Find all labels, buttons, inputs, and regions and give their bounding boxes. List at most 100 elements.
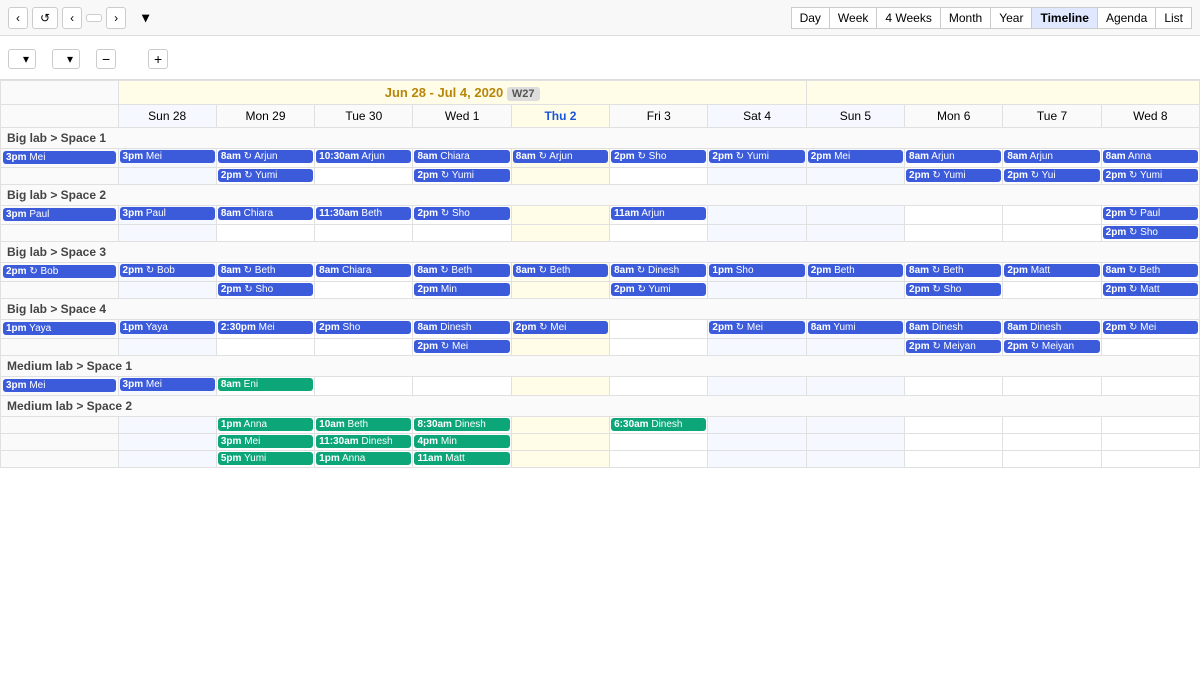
calendar-event[interactable]: 10:30am Arjun — [316, 150, 411, 163]
calendar-cell: 8am Eni — [216, 377, 314, 396]
calendar-event[interactable]: 8am ↻ Beth — [513, 264, 608, 277]
prev-button[interactable]: ‹ — [62, 7, 82, 29]
calendar-event[interactable]: 8am ↻ Beth — [414, 264, 509, 277]
calendar-event[interactable]: 2pm ↻ Bob — [120, 264, 215, 277]
calendar-cell: 8am Chiara — [216, 206, 314, 225]
view-agenda-button[interactable]: Agenda — [1097, 7, 1155, 29]
calendar-event[interactable]: 2pm ↻ Sho — [1103, 226, 1198, 239]
calendar-event[interactable]: 8am ↻ Beth — [906, 264, 1001, 277]
calendar-event[interactable]: 2pm ↻ Meiyan — [906, 340, 1001, 353]
view-day-button[interactable]: Day — [791, 7, 829, 29]
view-week-button[interactable]: Week — [829, 7, 876, 29]
calendar-event[interactable]: 8am Dinesh — [1004, 321, 1099, 334]
calendar-event[interactable]: 11am Matt — [414, 452, 509, 465]
calendar-event[interactable]: 8am ↻ Arjun — [513, 150, 608, 163]
calendar-event[interactable]: 2pm ↻ Bob — [3, 265, 116, 278]
calendar-event[interactable]: 3pm Paul — [120, 207, 215, 220]
calendar-event[interactable]: 2pm ↻ Yumi — [1103, 169, 1198, 182]
calendar-event[interactable]: 3pm Mei — [3, 379, 116, 392]
calendar-event[interactable]: 2pm ↻ Yumi — [906, 169, 1001, 182]
zoom-out-button[interactable]: − — [96, 49, 116, 69]
calendar-event[interactable]: 8am Yumi — [808, 321, 903, 334]
calendar-event[interactable]: 2:30pm Mei — [218, 321, 313, 334]
next-button[interactable]: › — [106, 7, 126, 29]
calendar-event[interactable]: 2pm ↻ Yumi — [709, 150, 804, 163]
back-nav-button[interactable]: ‹ — [8, 7, 28, 29]
view-year-button[interactable]: Year — [990, 7, 1031, 29]
view-timeline-button[interactable]: Timeline — [1031, 7, 1096, 29]
calendar-event[interactable]: 8am Eni — [218, 378, 313, 391]
calendar-event[interactable]: 2pm ↻ Meiyan — [1004, 340, 1099, 353]
calendar-event[interactable]: 8am ↻ Beth — [1103, 264, 1198, 277]
calendar-event[interactable]: 2pm ↻ Sho — [906, 283, 1001, 296]
calendar-event[interactable]: 8am Dinesh — [414, 321, 509, 334]
calendar-event[interactable]: 1pm Yaya — [3, 322, 116, 335]
calendar-event[interactable]: 2pm Min — [414, 283, 509, 296]
calendar-event[interactable]: 2pm ↻ Mei — [709, 321, 804, 334]
calendar-event[interactable]: 10am Beth — [316, 418, 411, 431]
calendar-event[interactable]: 8:30am Dinesh — [414, 418, 509, 431]
calendar-event[interactable]: 3pm Mei — [120, 378, 215, 391]
calendar-event[interactable]: 5pm Yumi — [218, 452, 313, 465]
resource-data-row: 2pm ↻ Bob 2pm ↻ Bob 8am ↻ Beth 8am Chiar… — [1, 263, 1200, 282]
calendar-event[interactable]: 2pm ↻ Mei — [1103, 321, 1198, 334]
calendar-event[interactable]: 11am Arjun — [611, 207, 706, 220]
calendar-event[interactable]: 8am Arjun — [1004, 150, 1099, 163]
calendar-cell — [806, 377, 904, 396]
calendar-event[interactable]: 3pm Mei — [3, 151, 116, 164]
calendar-event[interactable]: 2pm ↻ Mei — [414, 340, 509, 353]
calendar-cell — [708, 434, 806, 451]
calendar-event[interactable]: 8am Chiara — [414, 150, 509, 163]
calendar-cell: 2pm ↻ Mei — [413, 339, 511, 356]
zoom-in-button[interactable]: + — [148, 49, 168, 69]
calendar-event[interactable]: 8am Anna — [1103, 150, 1198, 163]
calendar-event[interactable]: 2pm ↻ Matt — [1103, 283, 1198, 296]
date-range-select[interactable]: ▾ — [8, 49, 36, 69]
calendar-event[interactable]: 2pm ↻ Yumi — [611, 283, 706, 296]
calendar-event[interactable]: 11:30am Beth — [316, 207, 411, 220]
calendar-event[interactable]: 6:30am Dinesh — [611, 418, 706, 431]
calendar-event[interactable]: 8am Arjun — [906, 150, 1001, 163]
calendar-cell — [1003, 434, 1101, 451]
calendar-event[interactable]: 8am Dinesh — [906, 321, 1001, 334]
calendar-event[interactable]: 3pm Mei — [120, 150, 215, 163]
calendar-event[interactable]: 2pm ↻ Yumi — [218, 169, 313, 182]
calendar-event[interactable]: 2pm ↻ Yui — [1004, 169, 1099, 182]
calendar-event[interactable]: 2pm ↻ Mei — [513, 321, 608, 334]
calendar-cell: 11am Matt — [413, 451, 511, 468]
today-button[interactable] — [86, 14, 102, 22]
weeks-select[interactable]: ▾ — [52, 49, 80, 69]
calendar-event[interactable]: 2pm Beth — [808, 264, 903, 277]
calendar-event[interactable]: 2pm Sho — [316, 321, 411, 334]
calendar-cell: 8am ↻ Beth — [905, 263, 1003, 282]
calendar-event[interactable]: 4pm Min — [414, 435, 509, 448]
calendar-event[interactable]: 3pm Paul — [3, 208, 116, 221]
calendar-event[interactable]: 2pm Mei — [808, 150, 903, 163]
view-list-button[interactable]: List — [1155, 7, 1192, 29]
calendar-event[interactable]: 1pm Sho — [709, 264, 804, 277]
view-4weeks-button[interactable]: 4 Weeks — [876, 7, 939, 29]
refresh-button[interactable]: ↺ — [32, 7, 58, 29]
calendar-event[interactable]: 2pm Matt — [1004, 264, 1099, 277]
calendar-event[interactable]: 2pm ↻ Yumi — [414, 169, 509, 182]
calendar-cell — [708, 206, 806, 225]
calendar-cell — [511, 434, 609, 451]
calendar-event[interactable]: 8am Chiara — [218, 207, 313, 220]
calendar-event[interactable]: 3pm Mei — [218, 435, 313, 448]
view-month-button[interactable]: Month — [940, 7, 990, 29]
calendar-event[interactable]: 8am ↻ Beth — [218, 264, 313, 277]
calendar-cell: 10am Beth — [315, 417, 413, 434]
date-range-display[interactable]: ▾ — [138, 9, 149, 26]
calendar-event[interactable]: 1pm Yaya — [120, 321, 215, 334]
calendar-event[interactable]: 1pm Anna — [316, 452, 411, 465]
calendar-event[interactable]: 2pm ↻ Sho — [414, 207, 509, 220]
resource-data-row: 1pm Yaya 1pm Yaya 2:30pm Mei 2pm Sho 8am… — [1, 320, 1200, 339]
calendar-event[interactable]: 1pm Anna — [218, 418, 313, 431]
calendar-event[interactable]: 11:30am Dinesh — [316, 435, 411, 448]
calendar-event[interactable]: 8am ↻ Dinesh — [611, 264, 706, 277]
calendar-event[interactable]: 8am Chiara — [316, 264, 411, 277]
calendar-event[interactable]: 2pm ↻ Paul — [1103, 207, 1198, 220]
calendar-event[interactable]: 8am ↻ Arjun — [218, 150, 313, 163]
calendar-event[interactable]: 2pm ↻ Sho — [218, 283, 313, 296]
calendar-event[interactable]: 2pm ↻ Sho — [611, 150, 706, 163]
